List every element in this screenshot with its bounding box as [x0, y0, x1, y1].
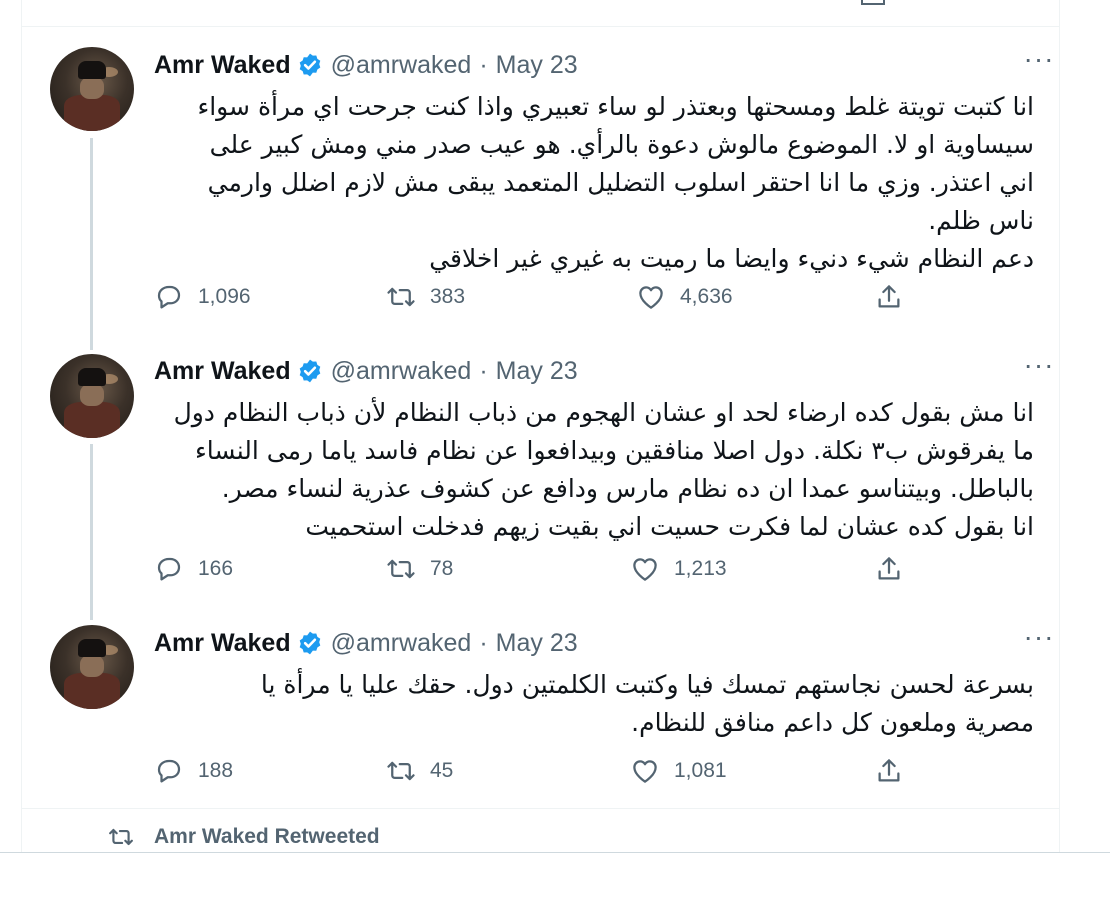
tweet-header: Amr Waked @amrwaked · May 23	[154, 48, 1034, 82]
author-handle[interactable]: @amrwaked	[331, 51, 472, 80]
author-handle[interactable]: @amrwaked	[331, 629, 472, 658]
thread-line	[90, 444, 93, 620]
like-button[interactable]: 4,636	[636, 279, 733, 315]
tweet-date[interactable]: May 23	[496, 629, 578, 658]
separator: ·	[479, 356, 488, 385]
page-bottom-edge	[0, 852, 1110, 853]
heart-icon	[639, 286, 663, 309]
verified-badge-icon	[299, 359, 320, 383]
tweet-actions: 1,096 383 4,636	[154, 279, 974, 315]
tweet-text: انا مش بقول كده ارضاء لحد او عشان الهجوم…	[173, 398, 1034, 541]
share-icon	[878, 557, 900, 580]
reply-count: 166	[198, 557, 234, 580]
reply-count: 188	[198, 759, 234, 782]
tweet-date[interactable]: May 23	[496, 51, 578, 80]
tweet-text: بسرعة لحسن نجاستهم تمسك فيا وكتبت الكلمت…	[260, 670, 1034, 737]
tweet-header: Amr Waked @amrwaked · May 23	[154, 354, 1034, 388]
divider	[22, 26, 1059, 27]
more-options-button[interactable]: ···	[1019, 623, 1059, 656]
avatar[interactable]	[50, 625, 134, 709]
heart-icon	[633, 558, 657, 581]
retweet-count: 383	[430, 285, 466, 308]
heart-icon	[633, 760, 657, 783]
share-button[interactable]	[874, 279, 904, 315]
retweet-icon	[387, 287, 415, 307]
tweet-text: انا كتبت تويتة غلط ومسحتها وبعتذر لو ساء…	[197, 92, 1034, 273]
reply-icon	[157, 557, 181, 581]
verified-badge-icon	[299, 631, 320, 655]
retweet-icon	[387, 559, 415, 579]
share-icon[interactable]	[860, 0, 886, 6]
retweet-button[interactable]: 383	[386, 279, 465, 315]
author-name[interactable]: Amr Waked	[154, 51, 291, 80]
share-icon	[878, 759, 900, 782]
tweet-actions: 188 45 1,081	[154, 753, 974, 789]
timeline: Amr Waked @amrwaked · May 23 ··· انا كتب…	[21, 0, 1060, 852]
reply-icon	[157, 759, 181, 783]
like-count: 1,213	[674, 557, 727, 580]
like-count: 4,636	[680, 285, 733, 308]
author-name[interactable]: Amr Waked	[154, 357, 291, 386]
tweet-header: Amr Waked @amrwaked · May 23	[154, 626, 1034, 660]
avatar[interactable]	[50, 354, 134, 438]
like-count: 1,081	[674, 759, 727, 782]
tweet-actions: 166 78 1,213	[154, 551, 974, 587]
share-icon	[878, 285, 900, 308]
thread-line	[90, 138, 93, 350]
more-options-button[interactable]: ···	[1019, 45, 1059, 78]
reply-button[interactable]: 188	[154, 753, 233, 789]
retweet-button[interactable]: 78	[386, 551, 453, 587]
reply-button[interactable]: 1,096	[154, 279, 251, 315]
like-button[interactable]: 1,213	[630, 551, 727, 587]
retweeted-label: Amr Waked Retweeted	[154, 825, 380, 848]
share-button[interactable]	[874, 551, 904, 587]
retweet-count: 45	[430, 759, 454, 782]
separator: ·	[479, 628, 488, 657]
separator: ·	[479, 50, 488, 79]
verified-badge-icon	[299, 53, 320, 77]
author-handle[interactable]: @amrwaked	[331, 357, 472, 386]
reply-icon	[157, 285, 181, 309]
author-name[interactable]: Amr Waked	[154, 629, 291, 658]
avatar[interactable]	[50, 47, 134, 131]
retweet-icon	[109, 828, 133, 846]
like-button[interactable]: 1,081	[630, 753, 727, 789]
tweet-date[interactable]: May 23	[496, 357, 578, 386]
reply-count: 1,096	[198, 285, 251, 308]
retweet-icon	[387, 761, 415, 781]
reply-button[interactable]: 166	[154, 551, 233, 587]
retweet-button[interactable]: 45	[386, 753, 453, 789]
retweeted-context[interactable]: Amr Waked Retweeted	[106, 824, 380, 850]
more-options-button[interactable]: ···	[1019, 351, 1059, 384]
divider	[22, 808, 1059, 809]
share-button[interactable]	[874, 753, 904, 789]
retweet-count: 78	[430, 557, 454, 580]
